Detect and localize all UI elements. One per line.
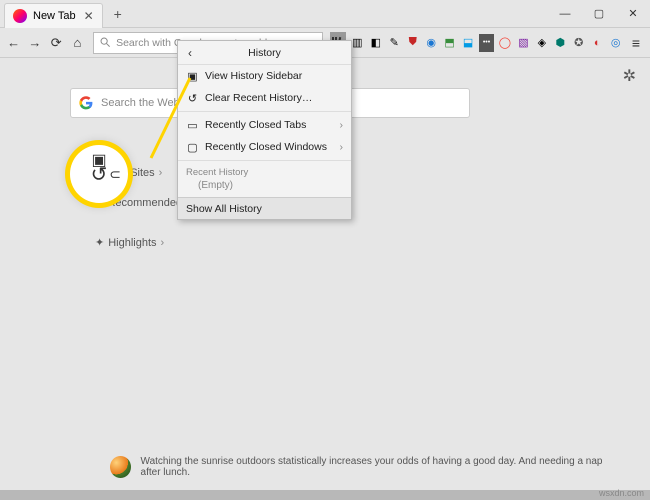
chevron-right-icon: › [340, 119, 344, 131]
ext-icon-15[interactable]: ◎ [608, 34, 622, 52]
recent-history-group-label: Recent History [178, 163, 351, 178]
menu-button[interactable]: ≡ [632, 35, 640, 51]
snippet-text: Watching the sunrise outdoors statistica… [141, 456, 620, 478]
tab-title: New Tab [33, 10, 76, 22]
show-all-history-item[interactable]: Show All History [178, 197, 351, 219]
callout-line [148, 76, 193, 160]
chevron-right-icon: › [340, 141, 344, 153]
ext-icon-8[interactable]: ••• [479, 34, 493, 52]
ext-icon-14[interactable]: ◐ [590, 34, 604, 52]
dropdown-back-button[interactable]: ‹ [178, 46, 202, 60]
snippet-bar: Watching the sunrise outdoors statistica… [110, 456, 620, 478]
ext-icon-13[interactable]: ✪ [572, 34, 586, 52]
partial-icon-zoomed: ⊂ [109, 166, 121, 183]
history-dropdown: ‹ History ▣ View History Sidebar ↺ Clear… [177, 40, 352, 220]
sidebar-icon-zoomed: ▣ [91, 150, 106, 170]
ext-icon-5[interactable]: ◉ [424, 34, 438, 52]
titlebar: New Tab ✕ + — ▢ ✕ [0, 0, 650, 28]
ext-icon-9[interactable]: ◯ [498, 34, 512, 52]
reload-button[interactable]: ⟳ [47, 31, 66, 55]
ext-icon-7[interactable]: ⬓ [461, 34, 475, 52]
ext-icon-6[interactable]: ⬒ [442, 34, 456, 52]
ext-icon-2[interactable]: ◧ [369, 34, 383, 52]
firefox-icon [13, 9, 27, 23]
ext-icon-10[interactable]: ▧ [516, 34, 530, 52]
watermark: wsxdn.com [599, 488, 644, 498]
new-tab-button[interactable]: + [107, 3, 129, 25]
google-icon [79, 96, 93, 110]
home-button[interactable]: ⌂ [68, 31, 87, 55]
ext-icon-3[interactable]: ✎ [387, 34, 401, 52]
forward-button[interactable]: → [25, 31, 44, 55]
highlights-heading[interactable]: ✦Highlights› [95, 236, 164, 249]
recent-history-empty: (Empty) [178, 178, 351, 197]
minimize-button[interactable]: — [548, 0, 582, 28]
browser-tab[interactable]: New Tab ✕ [4, 3, 103, 28]
snippet-icon [110, 456, 131, 478]
ext-icon-1[interactable]: ▥ [350, 34, 364, 52]
zoom-callout: ▣ ↺ ⊂ [70, 145, 128, 203]
settings-gear-icon[interactable]: ✲ [623, 66, 636, 86]
dropdown-title: History [202, 47, 351, 59]
ext-icon-11[interactable]: ◈ [535, 34, 549, 52]
view-history-sidebar-item[interactable]: ▣ View History Sidebar [178, 65, 351, 87]
ext-icon-12[interactable]: ⬢ [553, 34, 567, 52]
ext-icon-4[interactable]: ⛊ [405, 34, 419, 52]
recently-closed-windows-item[interactable]: ▢ Recently Closed Windows › [178, 136, 351, 158]
window-close-button[interactable]: ✕ [616, 0, 650, 28]
tab-close-icon[interactable]: ✕ [84, 9, 94, 23]
recently-closed-tabs-item[interactable]: ▭ Recently Closed Tabs › [178, 114, 351, 136]
search-icon [100, 37, 111, 48]
back-button[interactable]: ← [4, 31, 23, 55]
maximize-button[interactable]: ▢ [582, 0, 616, 28]
clear-recent-history-item[interactable]: ↺ Clear Recent History… [178, 87, 351, 109]
